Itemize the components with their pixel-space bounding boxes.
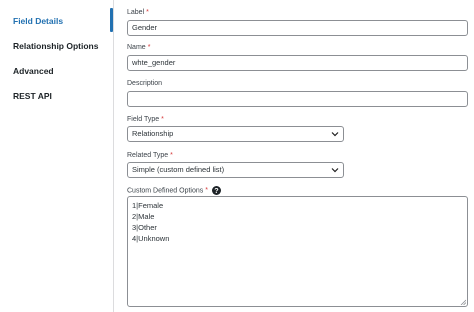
field-form: Label * Gender Name * whte_gender Descript… [127,0,471,312]
related-type-value: Simple (custom defined list) [132,165,225,174]
nav-item-field-details[interactable]: Field Details [13,16,63,26]
description-input[interactable] [127,91,468,107]
label-field-label: Label * [127,9,149,16]
option-line: 2|Male [132,212,155,221]
custom-options-label: Custom Defined Options *? [127,186,221,195]
option-line: 3|Other [132,223,157,232]
description-field-label: Description [127,80,163,87]
chevron-down-icon [331,168,339,173]
option-line: 4|Unknown [132,234,170,243]
option-line: 1|Female [132,201,164,210]
nav-item-relationship-options[interactable]: Relationship Options [13,41,98,51]
svg-text:?: ? [214,186,218,195]
required-mark: * [161,116,164,123]
name-field-label: Name * [127,44,151,51]
field-type-select[interactable]: Relationship [127,126,344,142]
required-mark: * [170,152,173,159]
sidebar-divider [113,0,114,312]
sidebar-nav: Field Details Relationship Options Advan… [0,0,114,312]
required-mark: * [147,44,151,51]
resize-handle-icon[interactable] [460,299,466,305]
nav-item-advanced[interactable]: Advanced [13,66,54,76]
chevron-down-icon [331,132,339,137]
related-type-label: Related Type * [127,152,173,159]
label-input[interactable]: Gender [127,20,468,36]
field-type-label: Field Type * [127,116,164,123]
required-mark: * [205,187,208,195]
active-tab-indicator [110,8,113,32]
field-type-value: Relationship [132,129,174,138]
related-type-select[interactable]: Simple (custom defined list) [127,162,344,178]
required-mark: * [146,9,149,16]
nav-item-rest-api[interactable]: REST API [13,91,52,101]
custom-options-textarea[interactable]: 1|Female 2|Male 3|Other 4|Unknown [127,196,468,307]
name-input[interactable]: whte_gender [127,55,468,71]
question-circle-icon[interactable]: ? [212,186,221,195]
